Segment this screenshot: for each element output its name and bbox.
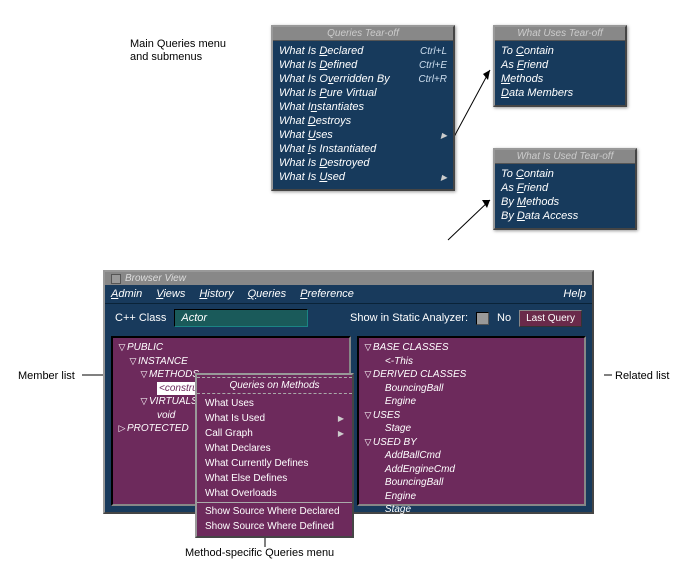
menu-admin[interactable]: Admin [111, 288, 142, 300]
annotation-related-list: Related list [615, 370, 669, 383]
what-uses-tearoff-title: What Uses Tear-off [495, 27, 625, 41]
context-menu-item[interactable]: What Uses [197, 396, 352, 411]
tree-usedby-item[interactable]: Stage [385, 504, 411, 515]
what-uses-item[interactable]: Methods [501, 72, 619, 86]
no-label: No [497, 312, 511, 324]
annotation-main-menu: Main Queries menu and submenus [130, 38, 240, 64]
type-label: C++ Class [115, 312, 166, 324]
context-menu-title: Queries on Methods [197, 377, 352, 394]
context-menu-item[interactable]: Call Graph▶ [197, 426, 352, 441]
context-menu-item[interactable]: Show Source Where Declared [197, 504, 352, 519]
queries-item[interactable]: What Instantiates [279, 100, 447, 114]
tree-void[interactable]: void [157, 410, 175, 421]
tree-this[interactable]: <-This [385, 356, 413, 367]
queries-tearoff: Queries Tear-off What Is DeclaredCtrl+LW… [271, 25, 455, 191]
window-title: Browser View [125, 273, 186, 284]
queries-item[interactable]: What Is Instantiated [279, 142, 447, 156]
menubar: Admin Views History Queries Preference Help [105, 285, 592, 304]
queries-tearoff-title: Queries Tear-off [273, 27, 453, 41]
menu-queries[interactable]: Queries [248, 288, 287, 300]
toolbar: C++ Class Actor Show in Static Analyzer:… [105, 304, 592, 332]
context-menu-item[interactable]: What Declares [197, 441, 352, 456]
no-checkbox[interactable] [476, 312, 489, 325]
browser-view-window: Browser View Admin Views History Queries Pre… [103, 270, 594, 514]
window-menu-icon[interactable] [111, 274, 121, 284]
what-uses-tearoff: What Uses Tear-off To ContainAs FriendMe… [493, 25, 627, 107]
last-query-button[interactable]: Last Query [519, 310, 582, 327]
tree-derived-item[interactable]: Engine [385, 396, 416, 407]
tree-derived-item[interactable]: BouncingBall [385, 383, 443, 394]
what-uses-item[interactable]: To Contain [501, 44, 619, 58]
queries-item[interactable]: What Destroys [279, 114, 447, 128]
menu-views[interactable]: Views [156, 288, 185, 300]
what-is-used-item[interactable]: As Friend [501, 181, 629, 195]
what-is-used-item[interactable]: By Data Access [501, 209, 629, 223]
queries-item[interactable]: What Is DeclaredCtrl+L [279, 44, 447, 58]
menu-preference[interactable]: Preference [300, 288, 354, 300]
annotation-member-list: Member list [18, 370, 75, 383]
what-uses-item[interactable]: As Friend [501, 58, 619, 72]
tree-public[interactable]: PUBLIC [127, 342, 163, 353]
method-queries-context-menu: Queries on Methods What UsesWhat Is Used… [195, 373, 354, 538]
what-is-used-item[interactable]: By Methods [501, 195, 629, 209]
queries-item[interactable]: What Uses▶ [279, 128, 447, 142]
queries-item[interactable]: What Is Destroyed [279, 156, 447, 170]
what-is-used-tearoff: What Is Used Tear-off To ContainAs Frien… [493, 148, 637, 230]
tree-uses[interactable]: USES [373, 410, 400, 421]
queries-item[interactable]: What Is DefinedCtrl+E [279, 58, 447, 72]
tree-protected[interactable]: PROTECTED [127, 423, 189, 434]
tree-uses-item[interactable]: Stage [385, 423, 411, 434]
tree-usedby-item[interactable]: Engine [385, 491, 416, 502]
what-is-used-tearoff-title: What Is Used Tear-off [495, 150, 635, 164]
tree-methods[interactable]: METHODS [149, 369, 199, 380]
context-menu-item[interactable]: What Is Used▶ [197, 411, 352, 426]
window-titlebar: Browser View [105, 272, 592, 285]
class-name-field[interactable]: Actor [174, 309, 308, 327]
tree-usedby-item[interactable]: BouncingBall [385, 477, 443, 488]
context-menu-item[interactable]: What Overloads [197, 486, 352, 501]
queries-item[interactable]: What Is Overridden ByCtrl+R [279, 72, 447, 86]
menu-history[interactable]: History [199, 288, 233, 300]
annotation-method-menu: Method-specific Queries menu [185, 547, 334, 560]
context-menu-item[interactable]: What Else Defines [197, 471, 352, 486]
tree-instance[interactable]: INSTANCE [138, 356, 188, 367]
menu-help[interactable]: Help [563, 288, 586, 300]
tree-derived-classes[interactable]: DERIVED CLASSES [373, 369, 466, 380]
what-is-used-item[interactable]: To Contain [501, 167, 629, 181]
tree-used-by[interactable]: USED BY [373, 437, 417, 448]
tree-usedby-item[interactable]: AddBallCmd [385, 450, 441, 461]
context-menu-item[interactable]: What Currently Defines [197, 456, 352, 471]
tree-virtuals[interactable]: VIRTUALS [149, 396, 198, 407]
tree-usedby-item[interactable]: AddEngineCmd [385, 464, 455, 475]
member-list-pane[interactable]: ▽PUBLIC ▽INSTANCE ▽METHODS <constructor>… [111, 336, 351, 506]
tree-base-classes[interactable]: BASE CLASSES [373, 342, 449, 353]
what-uses-item[interactable]: Data Members [501, 86, 619, 100]
static-analyzer-label: Show in Static Analyzer: [350, 312, 468, 324]
context-menu-item[interactable]: Show Source Where Defined [197, 519, 352, 534]
queries-item[interactable]: What Is Used▶ [279, 170, 447, 184]
queries-item[interactable]: What Is Pure Virtual [279, 86, 447, 100]
related-list-pane[interactable]: ▽BASE CLASSES<-This▽DERIVED CLASSESBounc… [357, 336, 586, 506]
